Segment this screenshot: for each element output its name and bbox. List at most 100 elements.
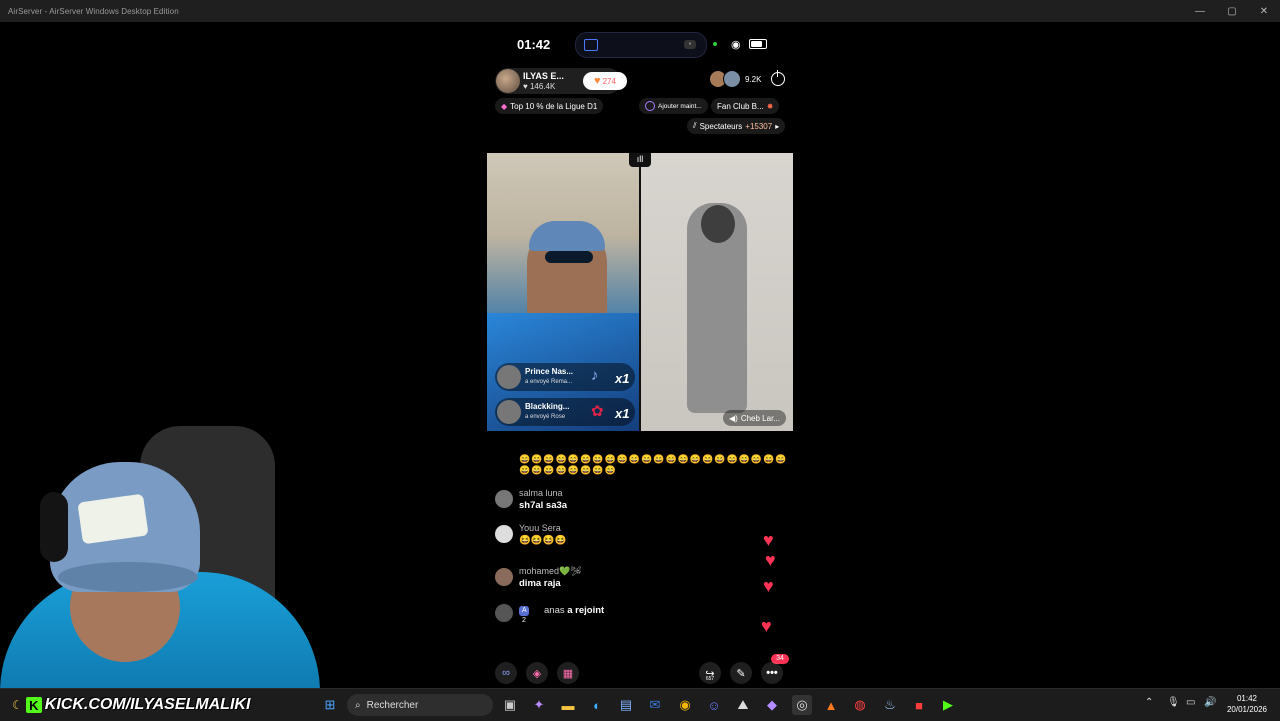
task-view-icon[interactable]: ▣: [500, 695, 520, 715]
cap-brim: [58, 562, 198, 592]
share-icon[interactable]: ↪ 657: [699, 662, 721, 684]
gift-notification: Blackking... a envoyé Rose ✿ x1: [495, 398, 635, 426]
chart-icon: ⫽: [693, 121, 697, 130]
steam-icon[interactable]: ♨: [880, 695, 900, 715]
gift-sub: a envoyé Rema...: [525, 379, 573, 385]
gifter-name: Prince Nas...: [525, 367, 574, 376]
guest-name: Cheb Lar...: [740, 413, 780, 423]
video-right[interactable]: [641, 153, 793, 431]
window-titlebar: AirServer - AirServer Windows Desktop Ed…: [0, 0, 1280, 22]
phone-screen: 01:42 ● ◉ ILYAS E... ♥ 146.4K ♥ 274 9.2K …: [487, 22, 793, 688]
viewer-count: 9.2K: [745, 74, 762, 84]
gift-sub: a envoyé Rose: [525, 414, 566, 420]
guest-speaker[interactable]: ◀) Cheb Lar...: [723, 410, 786, 426]
gamepad-icon[interactable]: ◆: [762, 695, 782, 715]
host-likes: ♥ 146.4K: [523, 82, 556, 91]
windows-taskbar: ☾ K KICK.COM/ILYASELMALIKI ⊞ ⌕ Rechercher…: [0, 688, 1280, 721]
taskbar-search[interactable]: ⌕ Rechercher: [347, 694, 493, 716]
search-icon: ⌕: [355, 699, 361, 711]
chat-user[interactable]: salma luna: [519, 488, 563, 498]
chat-text: sh7al sa3a: [519, 500, 568, 511]
gift-multiplier: x1: [615, 371, 630, 386]
follow-button[interactable]: ♥ 274: [583, 72, 627, 90]
chrome-icon[interactable]: ◉: [675, 695, 695, 715]
add-pill[interactable]: Ajouter maint...: [639, 98, 708, 114]
chat-user[interactable]: Youu Sera: [519, 523, 561, 533]
heart-icon: ♥: [761, 616, 772, 636]
host-card[interactable]: ILYAS E... ♥ 146.4K ♥ 274: [495, 68, 627, 94]
gift-box-icon[interactable]: ◈: [526, 662, 548, 684]
gifter-avatar: [497, 400, 521, 424]
heart-icon: ♥: [763, 576, 774, 596]
emoji-row: 😄😄😄😄😄😄😄😄😄😄😄😄😄😄😄😄😄😄😄😄😄😄😄😄😄😄😄😄😄😄: [519, 454, 788, 475]
chevron-up-icon[interactable]: ⌃: [1145, 697, 1153, 708]
heart-icon: ♥: [765, 550, 776, 570]
app-icon[interactable]: ◍: [850, 695, 870, 715]
window-title: AirServer - AirServer Windows Desktop Ed…: [8, 6, 179, 16]
gift-notification: Prince Nas... a envoyé Rema... ♪ x1: [495, 363, 635, 391]
spectators-pill[interactable]: ⫽ Spectateurs +15307 ▸: [687, 118, 786, 134]
gifter-avatar: [497, 365, 521, 389]
display-icon[interactable]: ▭: [1186, 697, 1195, 708]
minimize-button[interactable]: —: [1184, 0, 1216, 22]
rec-indicator-icon: ●: [684, 40, 696, 49]
edge-icon[interactable]: ◐: [587, 695, 607, 715]
gifter-name: Blackking...: [525, 402, 570, 411]
viewer-avatars[interactable]: 9.2K: [709, 70, 761, 88]
heart-icon: ♥: [594, 75, 601, 87]
grid-icon[interactable]: ▦: [557, 662, 579, 684]
rank-pill[interactable]: ◆ Top 10 % de la Ligue D1: [495, 98, 604, 114]
moon-icon: ☾: [12, 698, 23, 712]
speaker-icon: ◀): [729, 413, 738, 423]
taskbar-clock[interactable]: 01:42 20/01/2026: [1222, 693, 1272, 715]
video-divider: [639, 153, 641, 431]
more-icon[interactable]: •••: [761, 662, 783, 684]
share-count: 657: [705, 676, 715, 682]
level-badge: A 2: [519, 606, 530, 624]
spectators-count: +15307: [745, 121, 773, 131]
window-controls: — ▢ ✕: [1184, 0, 1280, 22]
gift-icon: ♪: [591, 367, 599, 384]
fanclub-label: Fan Club B...: [717, 101, 764, 111]
store-icon[interactable]: ▤: [616, 695, 636, 715]
gift-icon: ✸: [766, 101, 774, 111]
screen-mirror-icon: [584, 39, 598, 51]
photos-icon[interactable]: ⛰: [733, 695, 753, 715]
airserver-icon[interactable]: ▲: [821, 695, 841, 715]
volume-icon[interactable]: 🔊: [1204, 697, 1216, 708]
host-avatar[interactable]: [496, 69, 520, 93]
webcam-overlay: [0, 422, 330, 688]
maximize-button[interactable]: ▢: [1216, 0, 1248, 22]
link-icon[interactable]: ∞: [495, 662, 517, 684]
guest-head: [701, 205, 735, 243]
kick-app-icon[interactable]: ▶: [938, 695, 958, 715]
magic-wand-icon[interactable]: ✎: [730, 662, 752, 684]
chat-user[interactable]: mohamed💚🛩: [519, 566, 582, 577]
kick-logo-icon: K: [25, 697, 42, 713]
dynamic-island: ●: [575, 32, 707, 58]
headset-icon: [40, 492, 68, 562]
add-label: Ajouter maint...: [658, 102, 702, 110]
fanclub-pill[interactable]: Fan Club B... ✸: [711, 98, 780, 114]
chevron-right-icon: ▸: [775, 121, 780, 131]
chat-avatar[interactable]: [495, 568, 513, 586]
search-placeholder: Rechercher: [366, 699, 419, 711]
outlook-icon[interactable]: ✉: [645, 695, 665, 715]
file-explorer-icon[interactable]: ▬: [558, 695, 578, 715]
power-icon[interactable]: [771, 70, 785, 86]
chat-avatar[interactable]: [495, 490, 513, 508]
copilot-icon[interactable]: ✦: [529, 695, 549, 715]
microphone-icon[interactable]: 🎙: [1167, 697, 1180, 708]
join-avatar[interactable]: [495, 604, 513, 622]
cap-shape: [529, 221, 605, 251]
viewer-avatar: [723, 70, 741, 88]
join-text: anas a rejoint: [544, 605, 605, 616]
host-name: ILYAS E...: [523, 71, 564, 81]
close-button[interactable]: ✕: [1248, 0, 1280, 22]
kill-switch-icon[interactable]: ■: [909, 695, 929, 715]
discord-icon[interactable]: ☺: [704, 695, 724, 715]
windows-start-icon[interactable]: ⊞: [320, 695, 340, 715]
chat-avatar[interactable]: [495, 525, 513, 543]
obs-icon[interactable]: ◎: [792, 695, 812, 715]
battle-video[interactable]: ıll Prince Nas... a envoyé Rema... ♪ x1 …: [487, 153, 793, 431]
